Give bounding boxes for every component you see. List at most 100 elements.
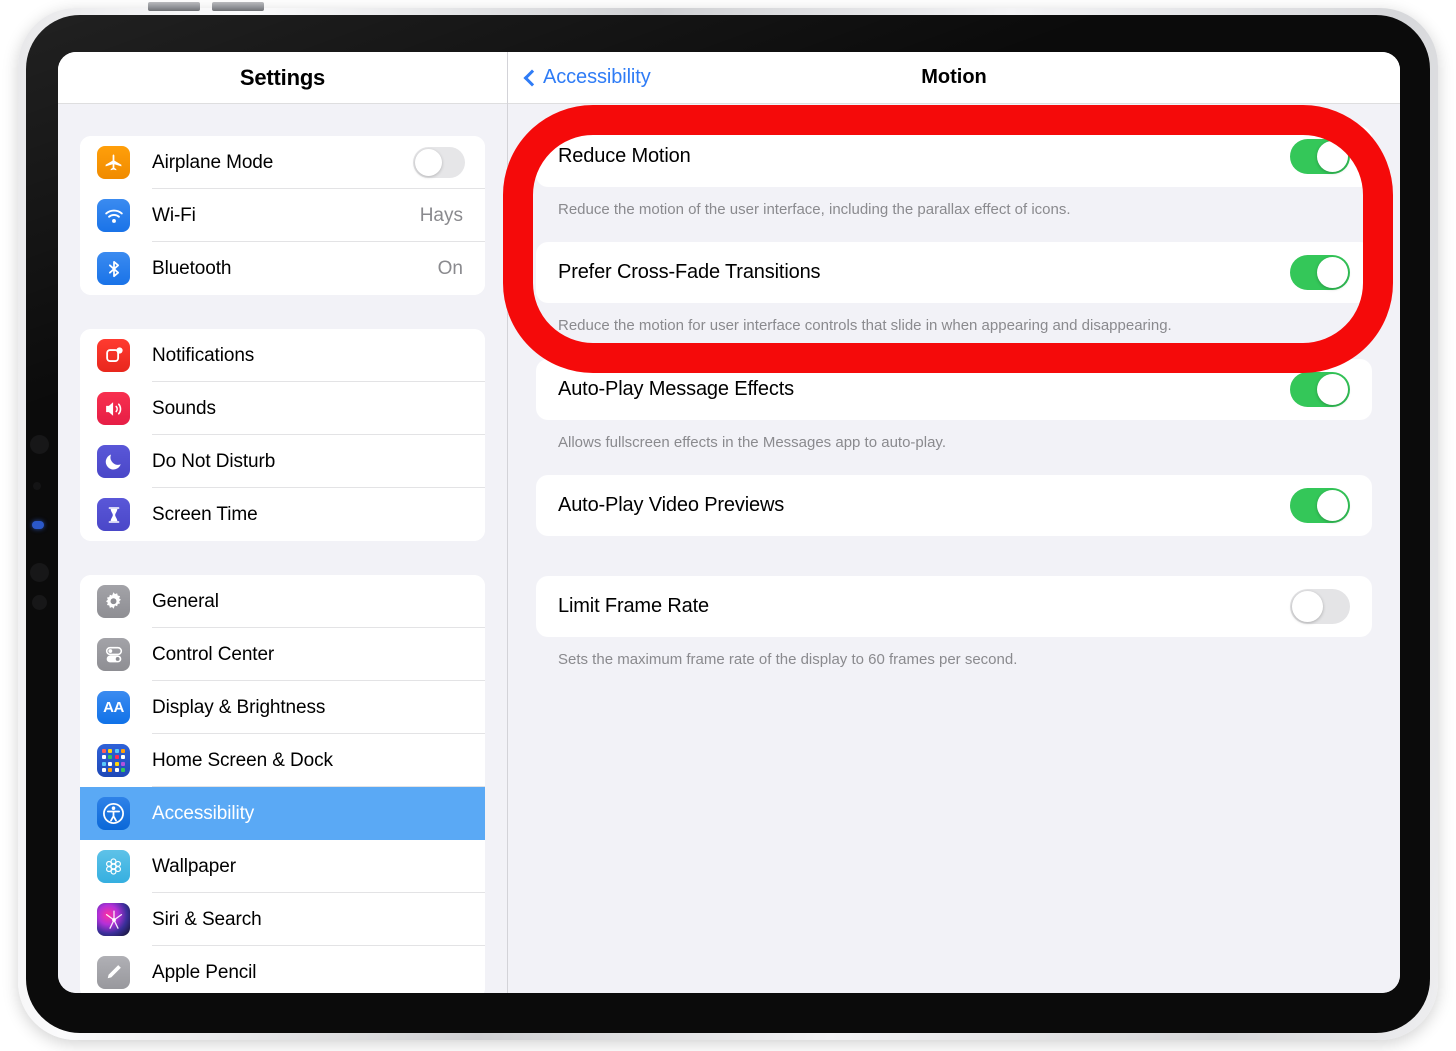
sidebar-item-label: Display & Brightness xyxy=(152,696,326,718)
setting-row-reduce-motion[interactable]: Reduce Motion xyxy=(536,126,1372,187)
sidebar-item-label: Screen Time xyxy=(152,503,258,525)
sidebar-item-bluetooth[interactable]: Bluetooth On xyxy=(80,242,485,295)
sidebar-item-label: Notifications xyxy=(152,344,255,366)
airplane-mode-toggle[interactable] xyxy=(413,147,465,178)
ambient-sensor-icon xyxy=(33,482,41,490)
auto-play-message-effects-toggle[interactable] xyxy=(1290,371,1350,407)
toggle-knob xyxy=(1317,373,1348,405)
toggle-knob xyxy=(1317,141,1348,172)
gear-icon xyxy=(97,585,130,618)
detail-body: Reduce Motion Reduce the motion of the u… xyxy=(508,104,1400,993)
app-grid-dots xyxy=(101,748,126,773)
volume-up-button[interactable] xyxy=(148,2,200,11)
auto-play-video-previews-toggle[interactable] xyxy=(1290,487,1350,523)
moon-icon xyxy=(97,445,130,478)
sidebar-item-label: Wallpaper xyxy=(152,855,236,877)
sidebar-item-accessibility[interactable]: Accessibility xyxy=(80,787,485,840)
sidebar-item-home-screen-dock[interactable]: Home Screen & Dock xyxy=(80,734,485,787)
notifications-icon xyxy=(97,339,130,372)
wallpaper-icon xyxy=(97,850,130,883)
settings-sidebar: Settings Airplane Mode Wi-Fi Hays Blueto… xyxy=(58,52,508,993)
sidebar-scroll-area[interactable]: Airplane Mode Wi-Fi Hays Bluetooth On No… xyxy=(58,104,507,993)
sidebar-item-wifi[interactable]: Wi-Fi Hays xyxy=(80,189,485,242)
detail-header: Accessibility Motion xyxy=(508,52,1400,104)
sidebar-item-wallpaper[interactable]: Wallpaper xyxy=(80,840,485,893)
hourglass-icon xyxy=(97,498,130,531)
setting-label: Prefer Cross-Fade Transitions xyxy=(558,261,821,284)
home-screen-icon xyxy=(97,744,130,777)
setting-label: Limit Frame Rate xyxy=(558,594,709,617)
reduce-motion-toggle[interactable] xyxy=(1290,139,1350,174)
sidebar-item-label: Do Not Disturb xyxy=(152,450,276,472)
auto-play-message-effects-footnote: Allows fullscreen effects in the Message… xyxy=(558,433,946,451)
sidebar-item-airplane-mode[interactable]: Airplane Mode xyxy=(80,136,485,189)
sidebar-item-label: Apple Pencil xyxy=(152,961,257,983)
sidebar-item-label: General xyxy=(152,590,219,612)
cross-fade-footnote: Reduce the motion for user interface con… xyxy=(558,317,1172,335)
sidebar-item-screen-time[interactable]: Screen Time xyxy=(80,488,485,541)
sidebar-item-sounds[interactable]: Sounds xyxy=(80,382,485,435)
sidebar-item-control-center[interactable]: Control Center xyxy=(80,628,485,681)
limit-frame-rate-toggle[interactable] xyxy=(1290,588,1350,624)
wifi-network-value: Hays xyxy=(419,204,463,226)
status-led-icon xyxy=(32,521,44,529)
wifi-icon xyxy=(97,199,130,232)
sidebar-item-label: Bluetooth xyxy=(152,257,232,279)
limit-frame-rate-card: Limit Frame Rate xyxy=(536,575,1372,637)
toggle-knob xyxy=(415,149,442,176)
setting-row-prefer-cross-fade-transitions[interactable]: Prefer Cross-Fade Transitions xyxy=(536,242,1372,303)
screenshot-root: Settings Airplane Mode Wi-Fi Hays Blueto… xyxy=(0,0,1456,1051)
sidebar-group-system: General Control Center AA Display & Brig… xyxy=(80,575,485,993)
microphone-icon xyxy=(32,595,47,610)
back-button-label: Accessibility xyxy=(543,66,651,88)
sidebar-item-label: Home Screen & Dock xyxy=(152,749,333,771)
depth-sensor-icon xyxy=(30,563,49,582)
siri-icon xyxy=(97,903,130,936)
sidebar-group-alerts: Notifications Sounds Do Not Disturb Scre… xyxy=(80,329,485,541)
sidebar-item-label: Sounds xyxy=(152,397,216,419)
sidebar-item-siri-search[interactable]: Siri & Search xyxy=(80,893,485,946)
toggle-knob xyxy=(1317,257,1348,289)
sidebar-item-general[interactable]: General xyxy=(80,575,485,628)
sidebar-item-do-not-disturb[interactable]: Do Not Disturb xyxy=(80,435,485,488)
sidebar-item-label: Siri & Search xyxy=(152,908,262,930)
prefer-cross-fade-transitions-toggle[interactable] xyxy=(1290,255,1350,291)
setting-row-limit-frame-rate[interactable]: Limit Frame Rate xyxy=(536,576,1372,637)
aa-glyph: AA xyxy=(103,699,124,716)
reduce-motion-card: Reduce Motion xyxy=(536,126,1372,187)
reduce-motion-footnote: Reduce the motion of the user interface,… xyxy=(558,201,1071,218)
sidebar-item-label: Accessibility xyxy=(152,802,255,824)
accessibility-icon xyxy=(97,797,130,830)
ipad-screen: Settings Airplane Mode Wi-Fi Hays Blueto… xyxy=(58,52,1400,993)
sidebar-item-label: Wi-Fi xyxy=(152,204,196,226)
back-button[interactable]: Accessibility xyxy=(523,66,651,89)
sidebar-item-label: Control Center xyxy=(152,643,275,665)
auto-play-message-effects-card: Auto-Play Message Effects xyxy=(536,358,1372,420)
control-center-icon xyxy=(97,638,130,671)
bluetooth-status-value: On xyxy=(437,257,463,279)
sidebar-group-connectivity: Airplane Mode Wi-Fi Hays Bluetooth On xyxy=(80,136,485,295)
bluetooth-icon xyxy=(97,252,130,285)
volume-down-button[interactable] xyxy=(212,2,264,11)
sidebar-item-notifications[interactable]: Notifications xyxy=(80,329,485,382)
setting-label: Auto-Play Video Previews xyxy=(558,493,785,516)
sidebar-item-label: Airplane Mode xyxy=(152,151,274,173)
setting-row-auto-play-video-previews[interactable]: Auto-Play Video Previews xyxy=(536,475,1372,536)
cross-fade-card: Prefer Cross-Fade Transitions xyxy=(536,242,1372,304)
setting-row-auto-play-message-effects[interactable]: Auto-Play Message Effects xyxy=(536,359,1372,420)
sidebar-item-apple-pencil[interactable]: Apple Pencil xyxy=(80,946,485,993)
airplane-icon xyxy=(97,146,130,179)
auto-play-video-previews-card: Auto-Play Video Previews xyxy=(536,474,1372,536)
toggle-knob xyxy=(1317,489,1348,521)
chevron-left-icon xyxy=(523,69,541,87)
sounds-icon xyxy=(97,392,130,425)
sidebar-item-display-brightness[interactable]: AA Display & Brightness xyxy=(80,681,485,734)
apple-pencil-icon xyxy=(97,956,130,989)
page-title: Settings xyxy=(239,64,326,90)
display-brightness-icon: AA xyxy=(97,691,130,724)
limit-frame-rate-footnote: Sets the maximum frame rate of the displ… xyxy=(558,650,1018,668)
setting-label: Reduce Motion xyxy=(558,145,691,167)
sidebar-header: Settings xyxy=(58,52,507,104)
